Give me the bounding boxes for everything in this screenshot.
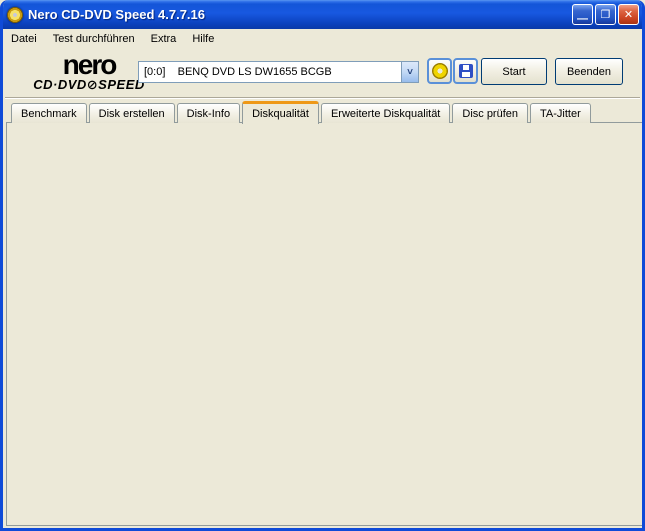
app-window: Nero CD-DVD Speed 4.7.7.16 — ❐ ✕ Datei T… — [0, 0, 645, 531]
tab-ta-jitter[interactable]: TA-Jitter — [530, 103, 591, 123]
maximize-button[interactable]: ❐ — [595, 4, 616, 25]
tab-diskqualitaet[interactable]: Diskqualität — [242, 101, 319, 124]
tab-bar: Benchmark Disk erstellen Disk-Info Diskq… — [11, 100, 593, 124]
chevron-down-icon[interactable]: ˅ — [401, 62, 418, 82]
tab-disk-erstellen[interactable]: Disk erstellen — [88, 103, 175, 123]
quit-button[interactable]: Beenden — [555, 58, 623, 85]
drive-select[interactable]: [0:0] BENQ DVD LS DW1655 BCGB ˅ — [138, 61, 419, 83]
minimize-button[interactable]: — — [572, 4, 593, 25]
close-icon: ✕ — [623, 9, 634, 21]
maximize-icon: ❐ — [600, 9, 611, 21]
tab-erweiterte-diskqualitaet[interactable]: Erweiterte Diskqualität — [320, 103, 451, 123]
menu-test-durchfuehren[interactable]: Test durchführen — [45, 31, 143, 47]
eject-disc-icon — [431, 63, 448, 79]
toolbar: nero CD·DVD⊘SPEED [0:0] BENQ DVD LS DW16… — [3, 48, 642, 99]
menu-extra[interactable]: Extra — [143, 31, 185, 47]
toolbar-separator — [5, 97, 640, 99]
save-icon — [458, 64, 473, 78]
menu-hilfe[interactable]: Hilfe — [184, 31, 222, 47]
start-button[interactable]: Start — [481, 58, 547, 85]
window-title: Nero CD-DVD Speed 4.7.7.16 — [28, 7, 206, 22]
menu-bar: Datei Test durchführen Extra Hilfe — [3, 29, 642, 48]
close-button[interactable]: ✕ — [618, 4, 639, 25]
tab-benchmark[interactable]: Benchmark — [11, 103, 87, 123]
drive-select-value: [0:0] BENQ DVD LS DW1655 BCGB — [144, 66, 332, 78]
app-icon — [7, 6, 23, 23]
tab-page — [6, 122, 642, 526]
title-bar[interactable]: Nero CD-DVD Speed 4.7.7.16 — ❐ ✕ — [3, 0, 642, 29]
tab-disc-pruefen[interactable]: Disc prüfen — [452, 103, 529, 123]
minimize-icon: — — [577, 12, 588, 25]
save-button[interactable] — [453, 58, 478, 84]
eject-button[interactable] — [427, 58, 452, 84]
menu-datei[interactable]: Datei — [3, 31, 45, 47]
tab-disk-info[interactable]: Disk-Info — [176, 103, 241, 123]
